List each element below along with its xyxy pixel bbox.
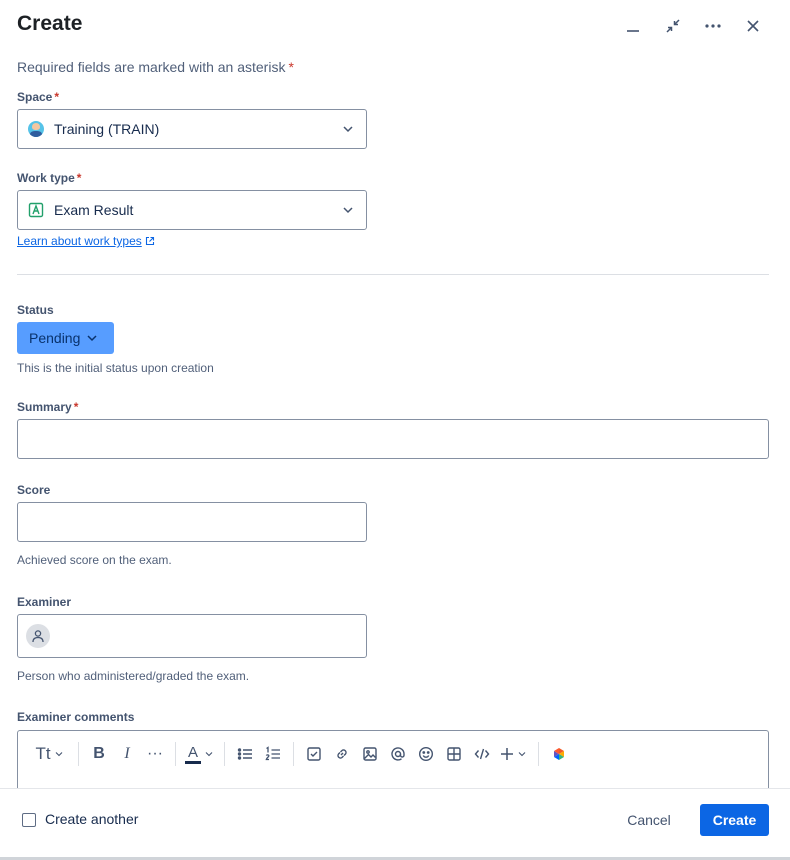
person-avatar-icon bbox=[26, 624, 50, 648]
summary-label: Summary * bbox=[17, 400, 78, 414]
status-label: Status bbox=[17, 303, 54, 317]
create-another-label[interactable]: Create another bbox=[45, 811, 138, 827]
table-button[interactable] bbox=[440, 740, 468, 768]
required-fields-note: Required fields are marked with an aster… bbox=[17, 59, 294, 75]
mention-button[interactable] bbox=[384, 740, 412, 768]
required-asterisk: * bbox=[76, 171, 82, 185]
required-note-text: Required fields are marked with an aster… bbox=[17, 59, 286, 75]
more-formatting-button[interactable]: ··· bbox=[141, 740, 169, 768]
minimize-button[interactable] bbox=[619, 12, 647, 40]
score-label: Score bbox=[17, 483, 51, 497]
action-item-button[interactable] bbox=[300, 740, 328, 768]
status-help-text: This is the initial status upon creation bbox=[17, 361, 214, 375]
required-asterisk: * bbox=[73, 400, 79, 414]
ai-assistant-icon bbox=[554, 748, 564, 760]
chevron-down-icon bbox=[205, 752, 213, 757]
required-asterisk: * bbox=[288, 59, 294, 75]
toolbar-separator bbox=[224, 742, 225, 766]
score-field[interactable] bbox=[17, 502, 367, 542]
status-value: Pending bbox=[29, 330, 81, 346]
toolbar-separator bbox=[538, 742, 539, 766]
examiner-comments-label: Examiner comments bbox=[17, 710, 135, 724]
plus-icon bbox=[501, 748, 513, 760]
italic-button[interactable]: I bbox=[113, 740, 141, 768]
close-button[interactable] bbox=[739, 12, 767, 40]
summary-label-text: Summary bbox=[17, 400, 72, 414]
collapse-button[interactable] bbox=[659, 12, 687, 40]
text-style-button[interactable]: Tt bbox=[28, 740, 72, 768]
create-dialog: Create Required fields are marked with a… bbox=[0, 0, 790, 860]
status-dropdown-button[interactable]: Pending bbox=[17, 322, 114, 354]
chevron-down-icon bbox=[55, 752, 62, 757]
create-another-checkbox[interactable] bbox=[22, 813, 36, 827]
italic-icon: I bbox=[124, 745, 130, 762]
insert-button[interactable] bbox=[496, 740, 532, 768]
space-label: Space * bbox=[17, 90, 59, 104]
toolbar-separator bbox=[78, 742, 79, 766]
toolbar-separator bbox=[175, 742, 176, 766]
exam-result-icon bbox=[28, 202, 44, 218]
bold-icon: B bbox=[93, 745, 105, 762]
work-type-label: Work type * bbox=[17, 171, 81, 185]
text-color-letter: A bbox=[187, 743, 198, 761]
collapse-icon bbox=[666, 19, 680, 33]
learn-work-types-link[interactable]: Learn about work types bbox=[17, 234, 155, 248]
code-button[interactable] bbox=[468, 740, 496, 768]
chevron-down-icon bbox=[343, 126, 353, 133]
learn-work-types-text: Learn about work types bbox=[17, 234, 142, 248]
text-style-icon: Tt bbox=[35, 744, 51, 763]
more-options-button[interactable] bbox=[699, 12, 727, 40]
examiner-user-picker[interactable] bbox=[17, 614, 367, 658]
bullet-list-button[interactable] bbox=[231, 740, 259, 768]
text-color-swatch bbox=[185, 760, 201, 764]
work-type-select[interactable]: Exam Result bbox=[17, 190, 367, 230]
score-help-text: Achieved score on the exam. bbox=[17, 553, 172, 567]
more-icon bbox=[705, 24, 721, 28]
table-icon bbox=[447, 747, 461, 761]
more-formatting-icon: ··· bbox=[147, 745, 163, 762]
bold-button[interactable]: B bbox=[85, 740, 113, 768]
numbered-list-icon bbox=[265, 746, 280, 761]
work-type-select-value: Exam Result bbox=[54, 202, 134, 218]
chevron-down-icon bbox=[343, 207, 353, 214]
external-link-icon bbox=[145, 236, 154, 246]
emoji-icon bbox=[418, 746, 434, 762]
examiner-label: Examiner bbox=[17, 595, 72, 609]
section-divider bbox=[17, 274, 769, 275]
chevron-down-icon bbox=[518, 752, 526, 757]
dialog-title: Create bbox=[17, 12, 83, 35]
score-input[interactable] bbox=[18, 503, 366, 541]
toolbar-separator bbox=[293, 742, 294, 766]
close-icon bbox=[747, 20, 759, 32]
code-icon bbox=[474, 748, 490, 760]
summary-input[interactable] bbox=[18, 420, 768, 458]
summary-field[interactable] bbox=[17, 419, 769, 459]
space-label-text: Space bbox=[17, 90, 53, 104]
required-asterisk: * bbox=[54, 90, 60, 104]
mention-icon bbox=[391, 747, 405, 761]
space-select-value: Training (TRAIN) bbox=[54, 121, 160, 137]
bullet-list-icon bbox=[237, 748, 252, 760]
create-button[interactable]: Create bbox=[700, 804, 769, 836]
text-color-button[interactable]: A bbox=[182, 740, 218, 768]
emoji-button[interactable] bbox=[412, 740, 440, 768]
minimize-icon bbox=[627, 30, 639, 32]
link-icon bbox=[337, 749, 347, 759]
image-button[interactable] bbox=[356, 740, 384, 768]
dialog-footer: Create another Cancel Create bbox=[0, 788, 790, 860]
space-select[interactable]: Training (TRAIN) bbox=[17, 109, 367, 149]
text-color-icon: A bbox=[185, 745, 201, 764]
editor-toolbar: Tt B I ··· A bbox=[28, 740, 573, 768]
ai-assistant-button[interactable] bbox=[545, 740, 573, 768]
image-icon bbox=[363, 747, 377, 761]
link-button[interactable] bbox=[328, 740, 356, 768]
checkbox-icon bbox=[307, 747, 321, 761]
space-avatar-icon bbox=[28, 121, 44, 137]
work-type-label-text: Work type bbox=[17, 171, 75, 185]
numbered-list-button[interactable] bbox=[259, 740, 287, 768]
examiner-help-text: Person who administered/graded the exam. bbox=[17, 669, 250, 683]
cancel-button[interactable]: Cancel bbox=[616, 804, 682, 836]
chevron-down-icon bbox=[87, 335, 97, 342]
